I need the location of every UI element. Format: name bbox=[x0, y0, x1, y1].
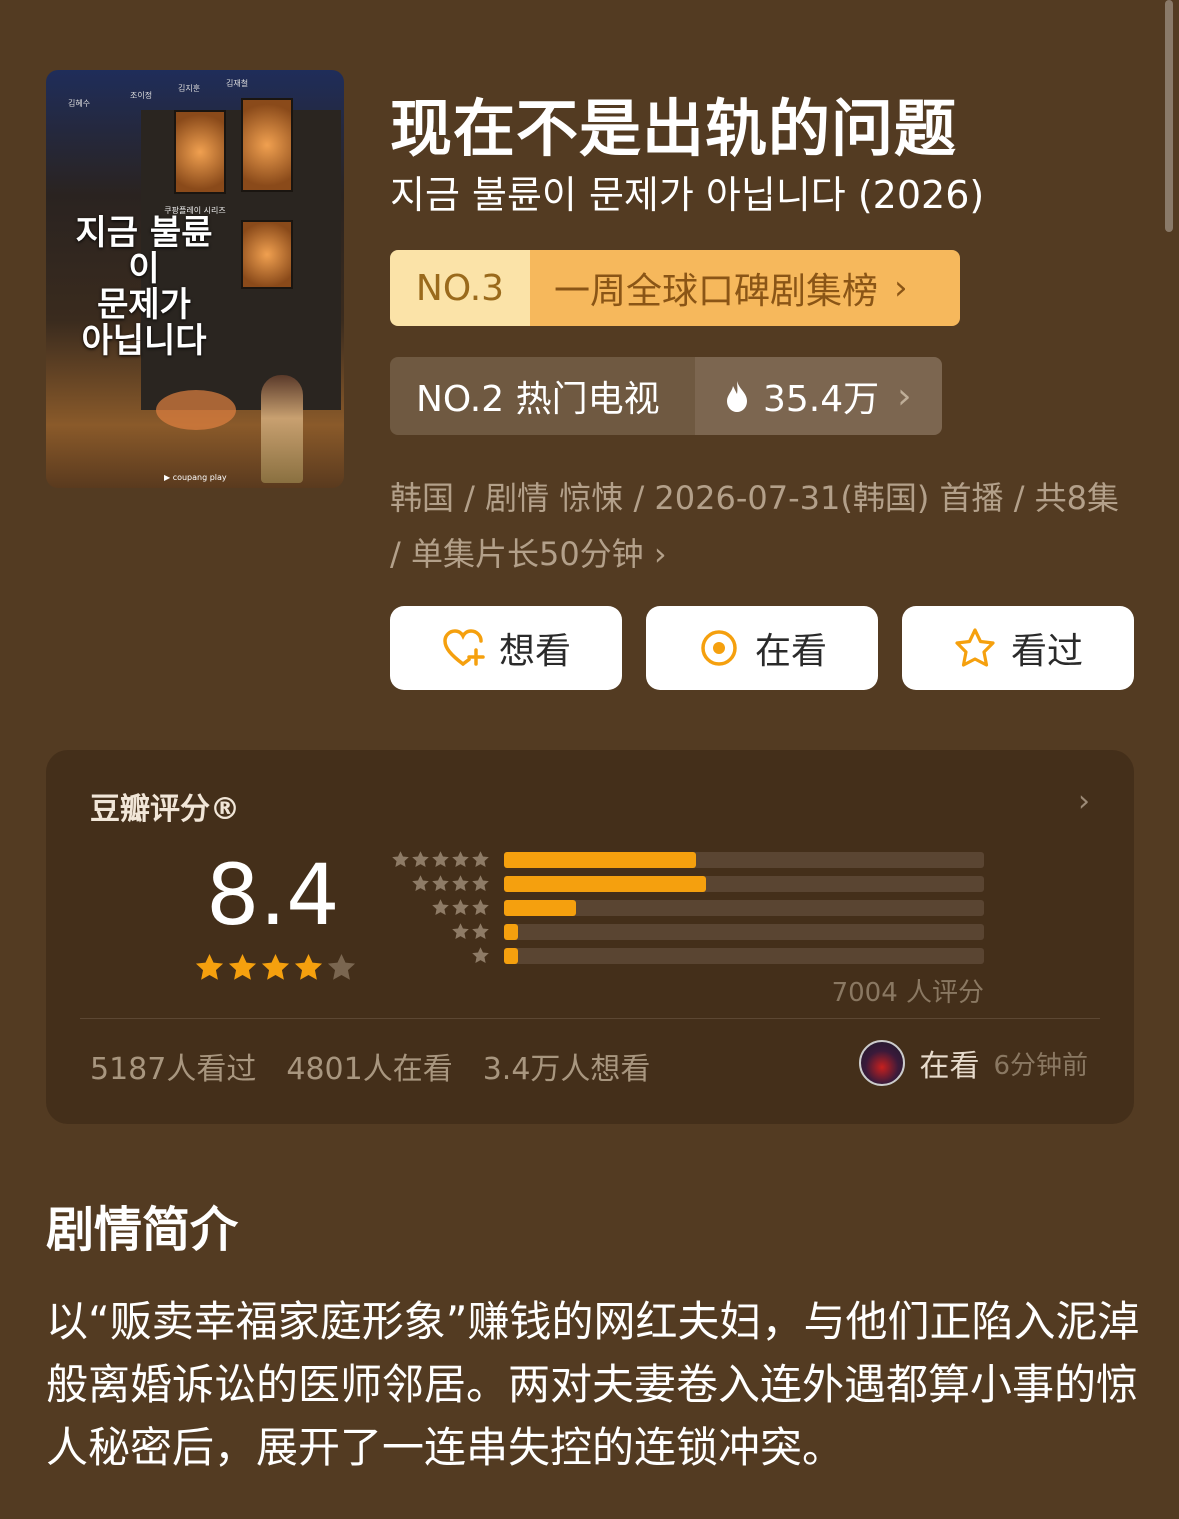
rating-distribution-bars bbox=[504, 852, 984, 972]
want-to-watch-button[interactable]: 想看 bbox=[390, 606, 622, 690]
watched-button[interactable]: 看过 bbox=[902, 606, 1134, 690]
star-icon bbox=[472, 875, 489, 892]
weekly-rank-number: NO.3 bbox=[390, 250, 530, 326]
poster-figure bbox=[261, 375, 303, 483]
rating-source-label: 豆瓣评分® bbox=[90, 792, 240, 827]
hot-tv-rank: NO.2 热门电视 bbox=[390, 357, 695, 435]
star-icon bbox=[327, 953, 356, 980]
star-icon bbox=[392, 851, 409, 868]
star-icon bbox=[228, 953, 257, 980]
want-count[interactable]: 3.4万人想看 bbox=[483, 1044, 651, 1088]
heart-plus-icon bbox=[443, 629, 485, 666]
distribution-star-row bbox=[366, 874, 490, 898]
weekly-chart-badge[interactable]: NO.3 一周全球口碑剧集榜 › bbox=[390, 250, 960, 326]
rating-score: 8.4 bbox=[206, 846, 340, 944]
star-icon bbox=[472, 947, 489, 964]
watch-stats: 5187人看过 4801人在看 3.4万人想看 bbox=[90, 1044, 650, 1088]
watching-count[interactable]: 4801人在看 bbox=[286, 1044, 452, 1088]
poster-window bbox=[241, 98, 293, 192]
distribution-star-row bbox=[366, 946, 490, 970]
star-icon bbox=[412, 851, 429, 868]
star-icon bbox=[472, 851, 489, 868]
poster-window bbox=[174, 110, 226, 194]
star-icon bbox=[432, 899, 449, 916]
watching-label: 在看 bbox=[754, 631, 827, 672]
distribution-bar-5-star bbox=[504, 852, 696, 868]
poster-glow bbox=[156, 390, 236, 430]
rating-card[interactable]: 豆瓣评分® › 8.4 7004 人评分 5187人看过 4801人在看 3.4… bbox=[46, 750, 1134, 1124]
distribution-bar-track bbox=[504, 852, 984, 868]
want-label: 想看 bbox=[498, 631, 571, 672]
vote-count: 7004 人评分 bbox=[831, 978, 984, 1008]
distribution-bar-track bbox=[504, 876, 984, 892]
rating-stars bbox=[194, 952, 357, 983]
watching-button[interactable]: 在看 bbox=[646, 606, 878, 690]
poster-window bbox=[241, 220, 293, 289]
distribution-star-labels bbox=[366, 850, 490, 970]
show-meta-info[interactable]: 韩国 / 剧情 惊悚 / 2026-07-31(韩国) 首播 / 共8集 / 单… bbox=[390, 470, 1130, 582]
distribution-bar-1-star bbox=[504, 948, 519, 964]
star-icon bbox=[432, 851, 449, 868]
friend-activity[interactable]: 在看 6分钟前 bbox=[859, 1040, 1088, 1086]
distribution-star-row bbox=[366, 850, 490, 874]
chevron-right-icon: › bbox=[897, 375, 912, 417]
poster-title: 지금 불륜이 문제가 아닙니다 bbox=[75, 213, 213, 361]
scrollbar[interactable] bbox=[1165, 0, 1173, 232]
weekly-chart-text: 一周全球口碑剧集榜 bbox=[554, 271, 879, 312]
poster-brand: ▶ coupang play bbox=[164, 473, 227, 482]
star-icon bbox=[452, 899, 469, 916]
star-icon bbox=[452, 851, 469, 868]
chevron-right-icon[interactable]: › bbox=[1078, 784, 1090, 819]
star-icon bbox=[195, 953, 224, 980]
target-icon bbox=[701, 630, 737, 666]
synopsis-heading: 剧情简介 bbox=[46, 1202, 239, 1258]
star-outline-icon bbox=[955, 628, 995, 667]
distribution-star-row bbox=[366, 922, 490, 946]
weekly-chart-label: 一周全球口碑剧集榜 › bbox=[530, 250, 960, 326]
distribution-bar-track bbox=[504, 924, 984, 940]
star-icon bbox=[432, 875, 449, 892]
distribution-bar-track bbox=[504, 948, 984, 964]
synopsis-text[interactable]: 以“贩卖幸福家庭形象”赚钱的网红夫妇，与他们正陷入泥淖般离婚诉讼的医师邻居。两对… bbox=[46, 1290, 1146, 1479]
star-icon bbox=[294, 953, 323, 980]
original-title: 지금 불륜이 문제가 아닙니다 (2026) bbox=[390, 173, 985, 217]
star-icon bbox=[412, 875, 429, 892]
distribution-bar-3-star bbox=[504, 900, 576, 916]
hot-tv-badge[interactable]: NO.2 热门电视 35.4万 › bbox=[390, 357, 942, 435]
star-icon bbox=[472, 923, 489, 940]
poster-image[interactable]: 김혜수 조이정 김지훈 김재철 쿠팡플레이 시리즈 지금 불륜이 문제가 아닙니… bbox=[46, 70, 344, 488]
action-buttons: 想看 在看 看过 bbox=[390, 606, 1134, 690]
flame-icon bbox=[727, 381, 747, 412]
heat-value: 35.4万 bbox=[763, 379, 880, 420]
divider bbox=[80, 1018, 1100, 1019]
watched-count[interactable]: 5187人看过 bbox=[90, 1044, 256, 1088]
distribution-bar-track bbox=[504, 900, 984, 916]
distribution-star-row bbox=[366, 898, 490, 922]
star-icon bbox=[261, 953, 290, 980]
friend-status: 在看 bbox=[919, 1049, 980, 1084]
heat-count: 35.4万 › bbox=[695, 357, 942, 435]
avatar[interactable] bbox=[859, 1040, 906, 1086]
friend-time: 6分钟前 bbox=[993, 1050, 1088, 1081]
star-icon bbox=[452, 923, 469, 940]
page-title: 现在不是出轨的问题 bbox=[390, 92, 958, 165]
star-icon bbox=[472, 899, 489, 916]
watched-label: 看过 bbox=[1010, 631, 1083, 672]
distribution-bar-4-star bbox=[504, 876, 706, 892]
chevron-right-icon: › bbox=[894, 268, 908, 308]
star-icon bbox=[452, 875, 469, 892]
distribution-bar-2-star bbox=[504, 924, 519, 940]
